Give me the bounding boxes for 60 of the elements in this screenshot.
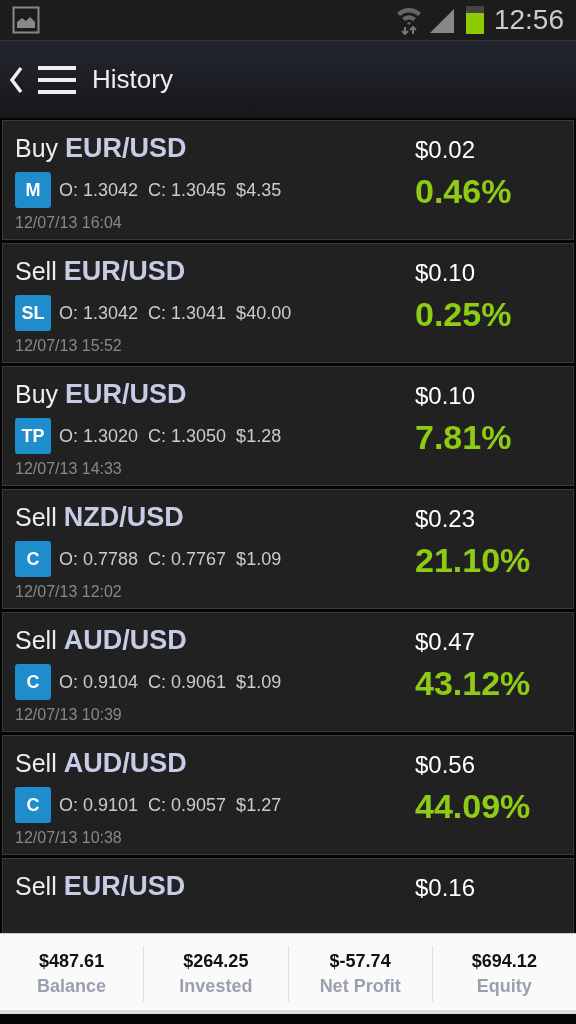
trade-title: Sell AUD/USD — [15, 748, 188, 779]
trade-details: O: 1.3020 C: 1.3050 $1.28 — [59, 425, 282, 447]
trade-amount: $0.10 — [415, 382, 477, 410]
trade-date: 12/07/13 10:39 — [15, 706, 123, 724]
trade-details: O: 0.9104 C: 0.9061 $1.09 — [59, 671, 282, 693]
order-type-badge: C — [15, 664, 51, 700]
trade-amount: $0.56 — [415, 751, 477, 779]
trade-title: Buy EUR/USD — [15, 379, 188, 410]
summary-value: $-57.74 — [329, 951, 391, 972]
trade-percent: 7.81% — [415, 418, 513, 457]
trade-date: 12/07/13 12:02 — [15, 583, 123, 601]
order-type-badge: C — [15, 541, 51, 577]
trade-row[interactable]: Sell AUD/USD C O: 0.9104 C: 0.9061 $1.09 12/07/13 10:39 $0.47 43.12% — [2, 612, 574, 732]
back-button[interactable] — [8, 65, 24, 94]
trade-title: Sell AUD/USD — [15, 625, 188, 656]
trade-title: Sell NZD/USD — [15, 502, 185, 533]
summary-value: $264.25 — [183, 951, 249, 972]
trade-percent: 43.12% — [415, 664, 532, 703]
trade-date: 12/07/13 16:04 — [15, 214, 123, 232]
trade-title: Sell EUR/USD — [15, 256, 187, 287]
trade-amount: $0.23 — [415, 505, 477, 533]
trade-row[interactable]: Sell EUR/USD $0.16 — [2, 858, 574, 933]
trade-title: Buy EUR/USD — [15, 133, 188, 164]
trade-percent: 0.25% — [415, 295, 513, 334]
order-type-badge: M — [15, 172, 51, 208]
order-type-badge: C — [15, 787, 51, 823]
trade-row[interactable]: Buy EUR/USD M O: 1.3042 C: 1.3045 $4.35 12/07/13 16:04 $0.02 0.46% — [2, 120, 574, 240]
trade-row[interactable]: Sell EUR/USD SL O: 1.3042 C: 1.3041 $40.00 12/07/13 15:52 $0.10 0.25% — [2, 243, 574, 363]
trade-details: O: 1.3042 C: 1.3041 $40.00 — [59, 302, 292, 324]
summary-value: $694.12 — [471, 951, 537, 972]
trade-title: Sell EUR/USD — [15, 871, 187, 902]
menu-button[interactable] — [38, 64, 76, 95]
trade-amount: $0.02 — [415, 136, 477, 164]
trade-amount: $0.16 — [415, 874, 477, 902]
trade-row[interactable]: Sell NZD/USD C O: 0.7788 C: 0.7767 $1.09 12/07/13 12:02 $0.23 21.10% — [2, 489, 574, 609]
image-icon — [12, 6, 40, 34]
trade-date: 12/07/13 10:38 — [15, 829, 123, 847]
screen-title: History — [92, 64, 173, 95]
trade-percent: 44.09% — [415, 787, 532, 826]
trade-percent: 0.46% — [415, 172, 513, 211]
summary-label: Equity — [476, 976, 532, 997]
order-type-badge: SL — [15, 295, 51, 331]
trade-amount: $0.10 — [415, 259, 477, 287]
trade-amount: $0.47 — [415, 628, 477, 656]
clock: 12:56 — [493, 4, 564, 36]
trade-details: O: 1.3042 C: 1.3045 $4.35 — [59, 179, 282, 201]
battery-icon — [465, 6, 484, 34]
trade-date: 12/07/13 14:33 — [15, 460, 123, 478]
trade-details: O: 0.7788 C: 0.7767 $1.09 — [59, 548, 282, 570]
trade-row[interactable]: Sell AUD/USD C O: 0.9101 C: 0.9057 $1.27 12/07/13 10:38 $0.56 44.09% — [2, 735, 574, 855]
summary-value: $487.61 — [39, 951, 105, 972]
trade-details: O: 0.9101 C: 0.9057 $1.27 — [59, 794, 282, 816]
trade-date: 12/07/13 15:52 — [15, 337, 123, 355]
trade-row[interactable]: Buy EUR/USD TP O: 1.3020 C: 1.3050 $1.28 12/07/13 14:33 $0.10 7.81% — [2, 366, 574, 486]
summary-label: Invested — [179, 976, 253, 997]
summary-label: Net Profit — [319, 976, 401, 997]
trade-percent: 21.10% — [415, 541, 532, 580]
wifi-icon — [395, 5, 422, 35]
summary-label: Balance — [37, 976, 107, 997]
order-type-badge: TP — [15, 418, 51, 454]
